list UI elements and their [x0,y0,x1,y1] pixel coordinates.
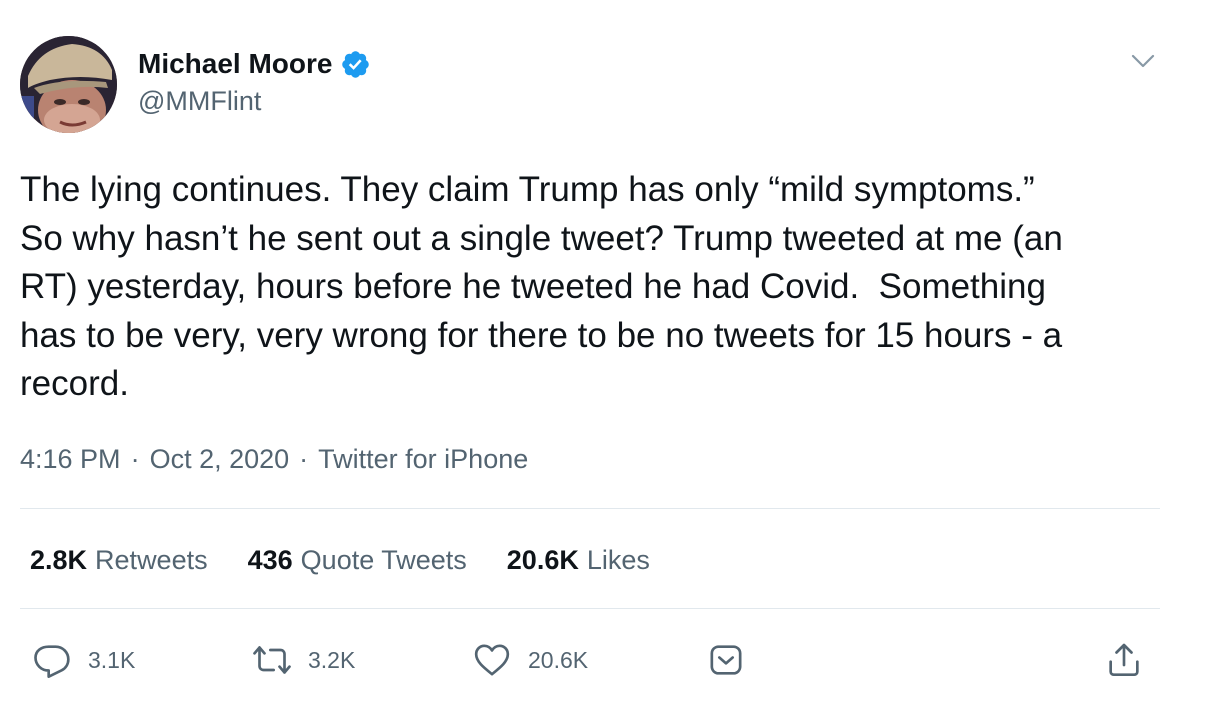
retweets-count: 2.8K [30,544,88,575]
likes-stat[interactable]: 20.6K Likes [507,545,650,576]
save-button[interactable] [706,636,746,684]
reply-button[interactable]: 3.1K [32,636,135,684]
author-name-row: Michael Moore [138,44,371,84]
action-bar: 3.1K 3.2K 20.6K [0,636,1215,684]
tweet-meta: 4:16 PM · Oct 2, 2020 · Twitter for iPho… [20,440,528,478]
quote-tweets-count: 436 [247,544,293,575]
retweet-button[interactable]: 3.2K [252,636,355,684]
divider [20,508,1160,509]
retweet-icon [253,646,291,674]
likes-count: 20.6K [506,544,579,575]
like-button[interactable]: 20.6K [472,636,588,684]
share-icon [1109,643,1139,676]
heart-icon [474,644,510,676]
tweet-card: Michael Moore @MMFlint The lying continu… [0,0,1215,717]
reply-count: 3.1K [88,646,136,673]
divider [20,608,1160,609]
quote-tweets-label: Quote Tweets [300,544,467,575]
likes-label: Likes [586,544,650,575]
retweets-label: Retweets [95,544,208,575]
more-options-chevron-down-icon[interactable] [1128,46,1158,76]
engagement-stats: 2.8K Retweets 436 Quote Tweets 20.6K Lik… [30,540,690,580]
verified-badge-icon [340,49,371,80]
avatar-image [20,36,117,133]
tweet-text: The lying continues. They claim Trump ha… [20,170,1063,404]
like-count: 20.6K [528,646,589,673]
retweets-stat[interactable]: 2.8K Retweets [30,545,208,576]
reply-icon [34,645,70,678]
tweet-source[interactable]: Twitter for iPhone [318,444,528,475]
share-button[interactable] [1104,636,1144,684]
meta-separator: · [299,443,309,474]
avatar[interactable] [20,36,117,133]
tweet-date[interactable]: Oct 2, 2020 [150,444,290,475]
author-handle[interactable]: @MMFlint [138,86,261,117]
meta-separator: · [130,443,140,474]
quote-tweets-stat[interactable]: 436 Quote Tweets [248,545,467,576]
tweet-time[interactable]: 4:16 PM [20,444,121,475]
save-icon [710,645,742,675]
author-display-name[interactable]: Michael Moore [138,48,332,80]
retweet-count: 3.2K [308,646,356,673]
